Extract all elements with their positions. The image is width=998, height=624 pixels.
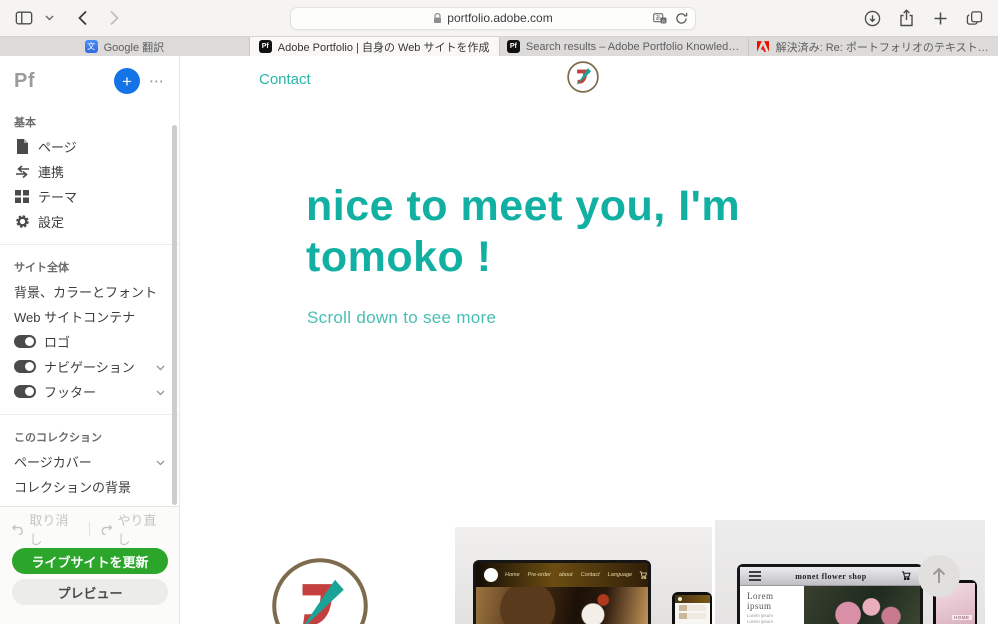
site-preview: Contact nice to meet you, I'm tomoko ! S… <box>180 56 998 624</box>
tab-bar: 文 Google 翻訳 Pf Adobe Portfolio | 自身の Web… <box>0 36 998 56</box>
sidebar-item-settings[interactable]: 設定 <box>0 209 179 234</box>
section-label-sitewide: サイト全体 <box>0 245 179 279</box>
svg-text:あ: あ <box>655 15 661 22</box>
sidebar-item-integrations[interactable]: 連携 <box>0 159 179 184</box>
section-label-collection: このコレクション <box>0 415 179 449</box>
undo-button[interactable]: 取り消し <box>12 510 79 548</box>
tab-adobe-portfolio[interactable]: Pf Adobe Portfolio | 自身の Web サイトを作成 <box>249 37 499 56</box>
big-site-logo-icon <box>270 556 370 624</box>
phone-mockup <box>672 592 712 624</box>
sidebar-item-collection-background[interactable]: コレクションの背景 <box>0 474 179 499</box>
lock-icon <box>433 13 442 24</box>
editor-sidebar: Pf + ⋯ 基本 ページ 連携 テーマ <box>0 56 180 624</box>
hero-heading: nice to meet you, I'm tomoko ! <box>306 181 801 282</box>
google-translate-icon: 文 <box>85 40 98 53</box>
pf-favicon-icon: Pf <box>259 40 272 53</box>
sidebar-item-logo[interactable]: ロゴ <box>0 329 179 354</box>
browser-toolbar: portfolio.adobe.com あA <box>0 0 998 36</box>
share-icon[interactable] <box>892 6 920 30</box>
laptop-mockup: Home Pre-order about Contact Language <box>473 560 651 624</box>
sidebar-item-navigation[interactable]: ナビゲーション <box>0 354 179 379</box>
portfolio-image-coffee-site[interactable]: Home Pre-order about Contact Language <box>455 527 712 624</box>
sidebar-item-themes[interactable]: テーマ <box>0 184 179 209</box>
home-badge: HOME <box>952 615 972 620</box>
contact-link[interactable]: Contact <box>259 71 311 88</box>
chevron-down-icon[interactable] <box>156 359 165 374</box>
new-tab-icon[interactable] <box>926 6 954 30</box>
chevron-down-icon[interactable] <box>156 454 165 469</box>
scroll-to-top-button[interactable] <box>918 555 960 597</box>
footer-toggle[interactable] <box>14 385 36 398</box>
cart-icon <box>901 567 911 585</box>
coffee-logo-icon <box>484 568 498 582</box>
laptop-mockup: monet flower shop Lorem ipsum Lorem ipsu… <box>737 564 923 624</box>
tab-knowledgebase[interactable]: Pf Search results – Adobe Portfolio Know… <box>499 37 749 56</box>
downloads-icon[interactable] <box>858 6 886 30</box>
sidebar-toggle-icon[interactable] <box>10 6 38 30</box>
tab-overview-icon[interactable] <box>960 6 988 30</box>
add-button[interactable]: + <box>114 68 140 94</box>
sidebar-scrollbar[interactable] <box>172 125 177 505</box>
update-live-site-button[interactable]: ライブサイトを更新 <box>12 548 168 574</box>
more-menu-button[interactable]: ⋯ <box>149 72 165 90</box>
navigation-toggle[interactable] <box>14 360 36 373</box>
logo-toggle[interactable] <box>14 335 36 348</box>
adobe-favicon-icon <box>757 40 770 53</box>
preview-button[interactable]: プレビュー <box>12 579 168 605</box>
gear-icon <box>14 214 30 230</box>
reload-icon[interactable] <box>675 12 688 25</box>
swap-arrows-icon <box>14 164 30 180</box>
pf-favicon-icon: Pf <box>507 40 520 53</box>
cart-icon <box>639 566 647 584</box>
coffee-hero-photo <box>476 587 648 624</box>
back-button[interactable] <box>68 6 96 30</box>
layout-grid-icon <box>14 189 30 205</box>
hamburger-icon <box>749 571 761 581</box>
pf-logo: Pf <box>14 70 35 93</box>
sidebar-item-page-cover[interactable]: ページカバー <box>0 449 179 474</box>
forward-button[interactable] <box>100 6 128 30</box>
site-logo-icon[interactable] <box>566 60 600 94</box>
divider <box>89 522 90 536</box>
chevron-down-icon[interactable] <box>156 384 165 399</box>
chevron-down-icon[interactable] <box>42 6 56 30</box>
section-label-basic: 基本 <box>0 100 179 134</box>
tab-adobe-forum[interactable]: 解決済み: Re: ポートフォリオのテキストの色変更について - Ad… <box>748 37 998 56</box>
hero-subheading: Scroll down to see more <box>307 308 496 328</box>
redo-button[interactable]: やり直し <box>100 510 167 548</box>
url-text: portfolio.adobe.com <box>447 11 552 25</box>
arrow-up-icon <box>931 567 947 585</box>
translate-icon[interactable]: あA <box>653 13 667 24</box>
page-icon <box>14 139 30 155</box>
sidebar-item-site-container[interactable]: Web サイトコンテナ <box>0 304 179 329</box>
sidebar-item-footer[interactable]: フッター <box>0 379 179 404</box>
flower-shop-title: monet flower shop <box>761 572 901 581</box>
flower-heading: Lorem ipsum <box>747 591 800 611</box>
tab-google-translate[interactable]: 文 Google 翻訳 <box>0 37 249 56</box>
sidebar-item-background-colors-fonts[interactable]: 背景、カラーとフォント <box>0 279 179 304</box>
address-bar[interactable]: portfolio.adobe.com あA <box>290 7 696 30</box>
sidebar-footer-panel: 取り消し やり直し ライブサイトを更新 プレビュー <box>0 506 179 624</box>
sidebar-item-pages[interactable]: ページ <box>0 134 179 159</box>
flower-photo <box>804 586 920 624</box>
